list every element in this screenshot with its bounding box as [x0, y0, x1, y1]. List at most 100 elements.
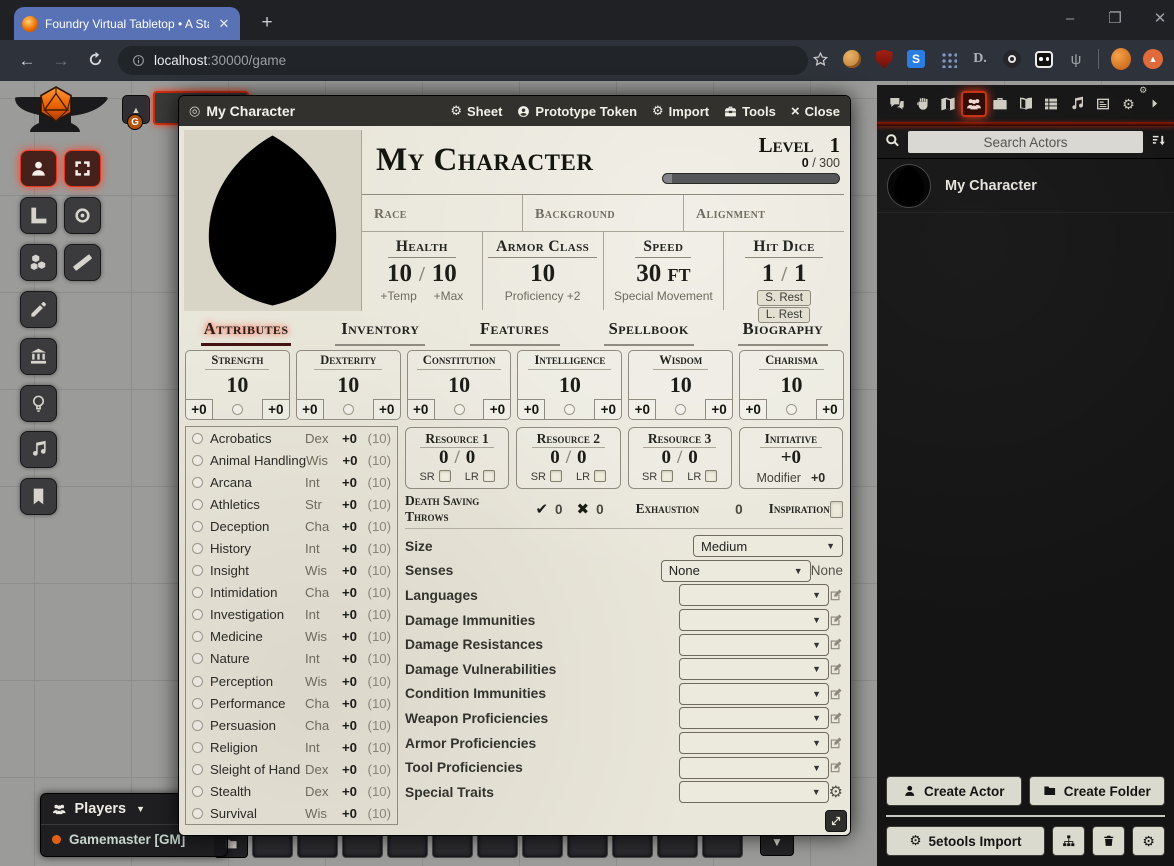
size-select[interactable]: ▼ — [679, 658, 829, 680]
bookmark-star-icon[interactable] — [812, 51, 829, 71]
actor-list-item[interactable]: .pB .h1{fill:#f5f5f0}.pB .h2{fill:#07070… — [877, 159, 1174, 213]
ublock-extension-icon[interactable] — [874, 49, 894, 69]
resource-label[interactable]: Resource 2 — [532, 431, 605, 448]
ability-value[interactable]: 10 — [559, 370, 581, 399]
armor-class-stat[interactable]: Armor Class 10 Proficiency +2 — [482, 232, 603, 310]
skill-proficiency-radio[interactable] — [192, 808, 203, 819]
death-success-icon[interactable]: ✔ — [535, 500, 548, 518]
speed-stat[interactable]: Speed 30 ft Special Movement — [603, 232, 724, 310]
close-window-button[interactable]: ×Close — [791, 103, 840, 120]
proficiency-radio[interactable] — [454, 404, 465, 415]
skill-proficiency-radio[interactable] — [192, 742, 203, 753]
sr-checkbox[interactable] — [661, 470, 673, 482]
skill-row[interactable]: History Int +0 (10) — [186, 537, 397, 559]
notes-tool-button[interactable] — [20, 478, 57, 515]
chat-tab-icon[interactable] — [884, 91, 910, 117]
hit-dice-stat[interactable]: Hit Dice 1/1 S. RestL. Rest — [723, 232, 844, 310]
measure-tool-button[interactable] — [20, 197, 57, 234]
tools-button[interactable]: Tools — [724, 103, 776, 120]
sheet-tab[interactable]: Spellbook — [582, 316, 716, 347]
sr-checkbox[interactable] — [550, 470, 562, 482]
drawings-tool-button[interactable] — [20, 291, 57, 328]
token-tool-button[interactable] — [20, 150, 57, 187]
items-tab-icon[interactable] — [987, 91, 1013, 117]
folder-tree-button[interactable] — [1052, 826, 1085, 856]
skill-proficiency-radio[interactable] — [192, 720, 203, 731]
short-rest-button[interactable]: S. Rest — [757, 290, 811, 306]
delete-button[interactable] — [1092, 826, 1125, 856]
skill-proficiency-radio[interactable] — [192, 565, 203, 576]
skill-proficiency-radio[interactable] — [192, 455, 203, 466]
url-text[interactable]: localhost:30000/game — [154, 53, 286, 68]
journal-tab-icon[interactable] — [1013, 91, 1039, 117]
proficiency-radio[interactable] — [786, 404, 797, 415]
ability-block[interactable]: Dexterity 10 +0 +0 — [296, 350, 401, 420]
proficiency-radio[interactable] — [675, 404, 686, 415]
reload-icon[interactable] — [78, 51, 112, 71]
size-select[interactable]: ▼ — [679, 609, 829, 631]
skill-proficiency-radio[interactable] — [192, 653, 203, 664]
skill-proficiency-radio[interactable] — [192, 499, 203, 510]
window-titlebar[interactable]: ◎ My Character ⚙Sheet Prototype Token ⚙I… — [179, 96, 850, 126]
sort-icon[interactable] — [1151, 133, 1166, 150]
grid-extension-icon[interactable] — [938, 49, 958, 69]
ability-modifier[interactable]: +0 — [629, 399, 656, 419]
window-close-button[interactable]: ✕ — [1145, 6, 1174, 32]
update-button[interactable]: ▲ — [1143, 49, 1163, 69]
prototype-token-button[interactable]: Prototype Token — [517, 103, 637, 120]
skill-row[interactable]: Medicine Wis +0 (10) — [186, 626, 397, 648]
size-select[interactable]: ▼ — [679, 584, 829, 606]
edit-icon[interactable] — [829, 760, 843, 776]
skill-row[interactable]: Deception Cha +0 (10) — [186, 515, 397, 537]
skill-proficiency-radio[interactable] — [192, 609, 203, 620]
sheet-tab[interactable]: Biography — [716, 316, 850, 347]
skill-row[interactable]: Intimidation Cha +0 (10) — [186, 582, 397, 604]
skill-proficiency-radio[interactable] — [192, 477, 203, 488]
skill-row[interactable]: Performance Cha +0 (10) — [186, 692, 397, 714]
ability-block[interactable]: Wisdom 10 +0 +0 — [628, 350, 733, 420]
settings-tab-icon[interactable]: ⚙⚙ — [1116, 91, 1142, 117]
size-select[interactable]: ▼ — [679, 634, 829, 656]
death-fail-count[interactable]: 0 — [596, 502, 604, 517]
ability-block[interactable]: Charisma 10 +0 +0 — [739, 350, 844, 420]
ability-modifier[interactable]: +0 — [408, 399, 435, 419]
config-gear-icon[interactable]: ⚙ — [829, 782, 843, 802]
character-name[interactable]: My Character — [376, 142, 593, 179]
ability-value[interactable]: 10 — [670, 370, 692, 399]
ability-value[interactable]: 10 — [448, 370, 470, 399]
compendium-tab-icon[interactable] — [1090, 91, 1116, 117]
ability-save[interactable]: +0 — [373, 399, 400, 419]
robot-extension-icon[interactable] — [1034, 49, 1054, 69]
playlists-tab-icon[interactable] — [1064, 91, 1090, 117]
back-icon[interactable]: ← — [10, 51, 44, 71]
health-stat[interactable]: Health 10/10 +Temp+Max — [362, 232, 482, 310]
configure-button[interactable]: ⚙⚙ — [1132, 826, 1165, 856]
skill-row[interactable]: Insight Wis +0 (10) — [186, 560, 397, 582]
ability-save[interactable]: +0 — [705, 399, 732, 419]
inspiration-checkbox[interactable] — [830, 501, 843, 518]
skill-proficiency-radio[interactable] — [192, 587, 203, 598]
ability-value[interactable]: 10 — [226, 370, 248, 399]
resource-max[interactable]: 0 — [688, 447, 698, 468]
skill-row[interactable]: Animal Handling Wis +0 (10) — [186, 449, 397, 471]
resource-block[interactable]: Resource 1 0/0 SR LR — [405, 427, 509, 489]
lr-checkbox[interactable] — [594, 470, 606, 482]
edit-icon[interactable] — [829, 710, 843, 726]
sheet-config-button[interactable]: ⚙Sheet — [450, 103, 502, 120]
cookie-extension-icon[interactable] — [842, 49, 862, 69]
d-extension-icon[interactable]: D. — [970, 49, 990, 69]
fork-extension-icon[interactable]: ψ — [1066, 49, 1086, 69]
skill-row[interactable]: Sleight of Hand Dex +0 (10) — [186, 758, 397, 780]
proficiency-radio[interactable] — [232, 404, 243, 415]
initiative-block[interactable]: Initiative +0 Modifier+0 — [739, 427, 843, 489]
proficiency-radio[interactable] — [564, 404, 575, 415]
site-info-icon[interactable] — [132, 53, 145, 68]
size-select[interactable]: Medium▼ — [693, 535, 843, 557]
sheet-tab[interactable]: Features — [447, 316, 581, 347]
size-select[interactable]: ▼ — [679, 732, 829, 754]
skill-row[interactable]: Arcana Int +0 (10) — [186, 471, 397, 493]
skill-proficiency-radio[interactable] — [192, 786, 203, 797]
skill-row[interactable]: Nature Int +0 (10) — [186, 648, 397, 670]
search-input[interactable] — [907, 130, 1144, 154]
background-field[interactable]: Background — [522, 195, 683, 231]
